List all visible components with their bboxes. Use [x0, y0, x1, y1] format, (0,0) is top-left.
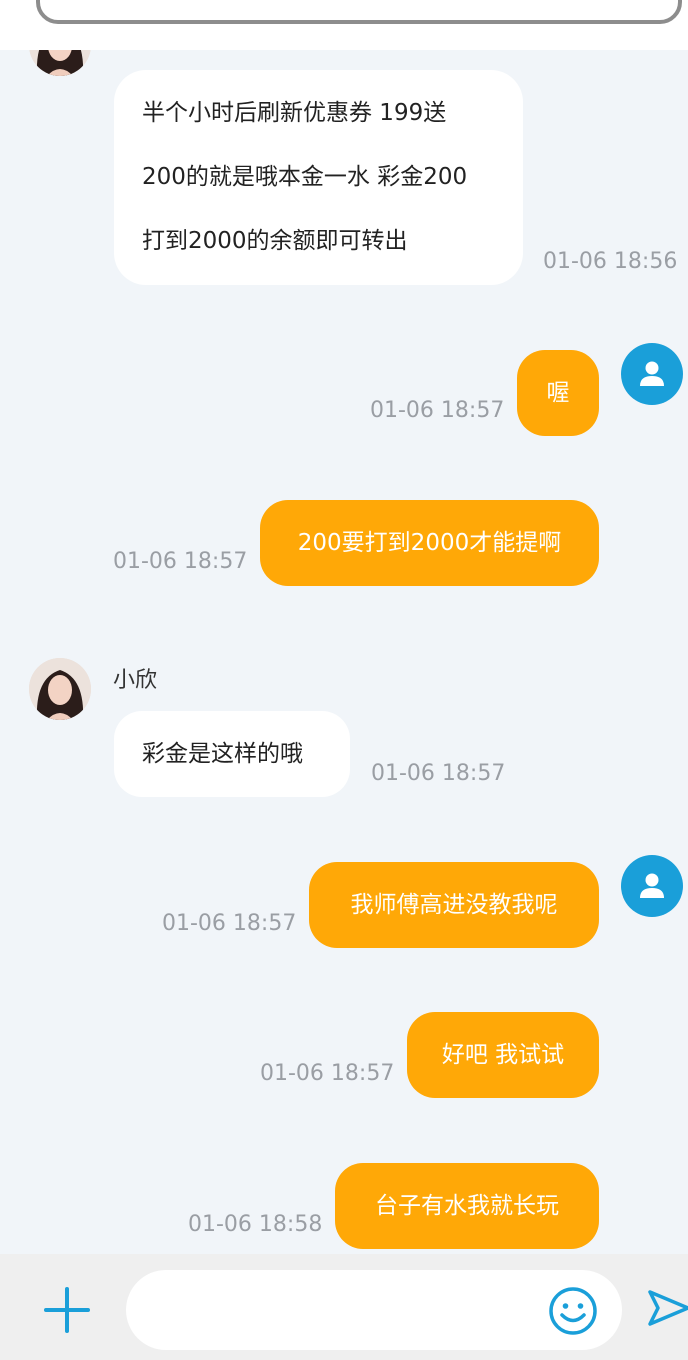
user-icon — [640, 361, 664, 386]
message-line: 200的就是哦本金一水 彩金200 — [142, 164, 468, 190]
search-frame[interactable] — [36, 0, 682, 24]
chat-area[interactable]: 半个小时后刷新优惠券 199送 200的就是哦本金一水 彩金200 打到2000… — [0, 50, 688, 1254]
top-bar — [0, 0, 688, 50]
message-line: 打到2000的余额即可转出 — [142, 228, 408, 254]
smiley-icon[interactable] — [547, 1285, 599, 1337]
message-bubble-6[interactable]: 好吧 我试试 — [407, 1012, 599, 1098]
contact-avatar[interactable] — [29, 658, 91, 720]
message-time: 01-06 18:58 — [188, 1212, 323, 1237]
message-bubble-1[interactable]: 半个小时后刷新优惠券 199送 200的就是哦本金一水 彩金200 打到2000… — [114, 70, 523, 285]
plus-icon[interactable] — [42, 1285, 92, 1335]
message-line: 半个小时后刷新优惠券 199送 — [142, 100, 447, 126]
avatar-image — [29, 50, 91, 76]
my-avatar[interactable] — [621, 855, 683, 917]
message-time: 01-06 18:56 — [543, 249, 678, 274]
message-time: 01-06 18:57 — [260, 1061, 395, 1086]
message-bubble-5[interactable]: 我师傅高进没教我呢 — [309, 862, 599, 948]
message-time: 01-06 18:57 — [371, 761, 506, 786]
user-icon — [640, 873, 664, 898]
message-bubble-7[interactable]: 台子有水我就长玩 — [335, 1163, 599, 1249]
contact-avatar[interactable] — [29, 50, 91, 76]
my-avatar[interactable] — [621, 343, 683, 405]
message-bubble-4[interactable]: 彩金是这样的哦 — [114, 711, 350, 797]
sender-name: 小欣 — [113, 668, 158, 693]
message-bubble-2[interactable]: 喔 — [517, 350, 599, 436]
message-time: 01-06 18:57 — [113, 549, 248, 574]
message-time: 01-06 18:57 — [162, 911, 297, 936]
send-icon[interactable] — [646, 1286, 688, 1330]
message-time: 01-06 18:57 — [370, 398, 505, 423]
message-bubble-3[interactable]: 200要打到2000才能提啊 — [260, 500, 599, 586]
avatar-image — [29, 658, 91, 720]
input-bar — [0, 1254, 688, 1360]
